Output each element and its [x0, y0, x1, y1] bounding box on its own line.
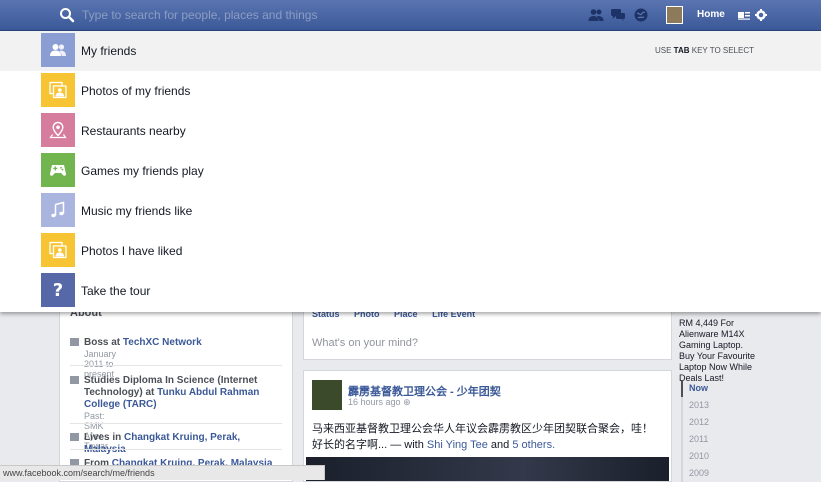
- suggestion-take-the-tour[interactable]: ? Take the tour: [0, 271, 821, 311]
- timeline-2010[interactable]: 2010: [681, 448, 761, 465]
- post-photo[interactable]: [306, 457, 669, 481]
- suggestion-label: Music my friends like: [81, 204, 193, 218]
- timeline-2013[interactable]: 2013: [681, 397, 761, 414]
- suggestion-my-friends[interactable]: My friends USE TAB KEY TO SELECT: [0, 31, 821, 71]
- globe-icon: ⊕: [403, 397, 411, 407]
- about-card: About Boss at TechXC Network January 201…: [59, 300, 293, 482]
- settings-icon[interactable]: [753, 7, 769, 23]
- friends-icon: [50, 44, 66, 56]
- photos-icon: [49, 81, 67, 99]
- suggestion-tile: [41, 193, 75, 227]
- education-icon: [70, 376, 79, 384]
- suggestion-restaurants-nearby[interactable]: Restaurants nearby: [0, 111, 821, 151]
- notifications-icon[interactable]: [633, 7, 649, 23]
- suggestion-label: My friends: [81, 44, 137, 58]
- top-bar: Home: [0, 0, 821, 31]
- suggestion-music-my-friends-like[interactable]: Music my friends like: [0, 191, 821, 231]
- suggestion-games-my-friends-play[interactable]: Games my friends play: [0, 151, 821, 191]
- timeline-2012[interactable]: 2012: [681, 414, 761, 431]
- suggestion-label: Photos I have liked: [81, 244, 183, 258]
- divider: [70, 365, 282, 366]
- avatar[interactable]: [666, 6, 683, 24]
- photos-icon: [49, 241, 67, 259]
- timeline-nav: Now 2013 2012 2011 2010 2009: [681, 380, 761, 482]
- question-icon: ?: [52, 279, 64, 301]
- post-avatar[interactable]: [312, 380, 342, 410]
- timeline-now[interactable]: Now: [681, 380, 761, 397]
- friend-requests-icon[interactable]: [588, 7, 604, 23]
- tagged-friend-link[interactable]: Shi Ying Tee: [427, 439, 488, 451]
- timeline-2009[interactable]: 2009: [681, 465, 761, 482]
- suggestion-label: Restaurants nearby: [81, 124, 186, 138]
- status-input[interactable]: What's on your mind?: [312, 337, 418, 349]
- suggestion-label: Take the tour: [81, 284, 151, 298]
- home-link[interactable]: Home: [697, 9, 725, 20]
- search-input[interactable]: [82, 6, 502, 24]
- tagged-others-link[interactable]: 5 others.: [512, 439, 555, 451]
- privacy-icon[interactable]: [737, 7, 753, 23]
- post-text: 马来西亚基督教卫理公会华人年议会霹雳教区少年团契联合聚会，哇！好长的名字啊...…: [312, 423, 653, 451]
- suggestion-tile: [41, 33, 75, 67]
- suggestion-photos-of-my-friends[interactable]: Photos of my friends: [0, 71, 821, 111]
- suggestion-tile: [41, 233, 75, 267]
- messages-icon[interactable]: [610, 7, 626, 23]
- timeline-2011[interactable]: 2011: [681, 431, 761, 448]
- suggestion-tile: [41, 113, 75, 147]
- divider: [70, 423, 282, 424]
- tab-key-hint: USE TAB KEY TO SELECT: [655, 46, 755, 55]
- work-link[interactable]: TechXC Network: [123, 337, 202, 348]
- suggestion-tile: [41, 153, 75, 187]
- browser-status-bar: www.facebook.com/search/me/friends: [0, 465, 325, 480]
- post-timestamp[interactable]: 16 hours ago ⊕: [348, 397, 411, 408]
- suggestion-label: Games my friends play: [81, 164, 204, 178]
- suggestion-tile: ?: [41, 273, 75, 307]
- suggestion-label: Photos of my friends: [81, 84, 191, 98]
- music-note-icon: [51, 201, 65, 218]
- divider: [70, 449, 282, 450]
- suggestion-tile: [41, 73, 75, 107]
- home-icon: [70, 433, 79, 441]
- search-icon[interactable]: [59, 7, 75, 23]
- ad-price: RM 4,449 For Alienware M14X Gaming Lapto…: [679, 318, 745, 350]
- search-suggestions-dropdown: My friends USE TAB KEY TO SELECT Photos …: [0, 31, 821, 312]
- work-icon: [70, 338, 79, 346]
- sponsored-ad[interactable]: RM 4,449 For Alienware M14X Gaming Lapto…: [679, 318, 769, 384]
- feed-post: 霹雳基督教卫理公会 - 少年团契 16 hours ago ⊕ 马来西亚基督教卫…: [303, 370, 672, 482]
- map-pin-icon: [49, 121, 67, 139]
- game-controller-icon: [49, 165, 67, 176]
- suggestion-photos-i-have-liked[interactable]: Photos I have liked: [0, 231, 821, 271]
